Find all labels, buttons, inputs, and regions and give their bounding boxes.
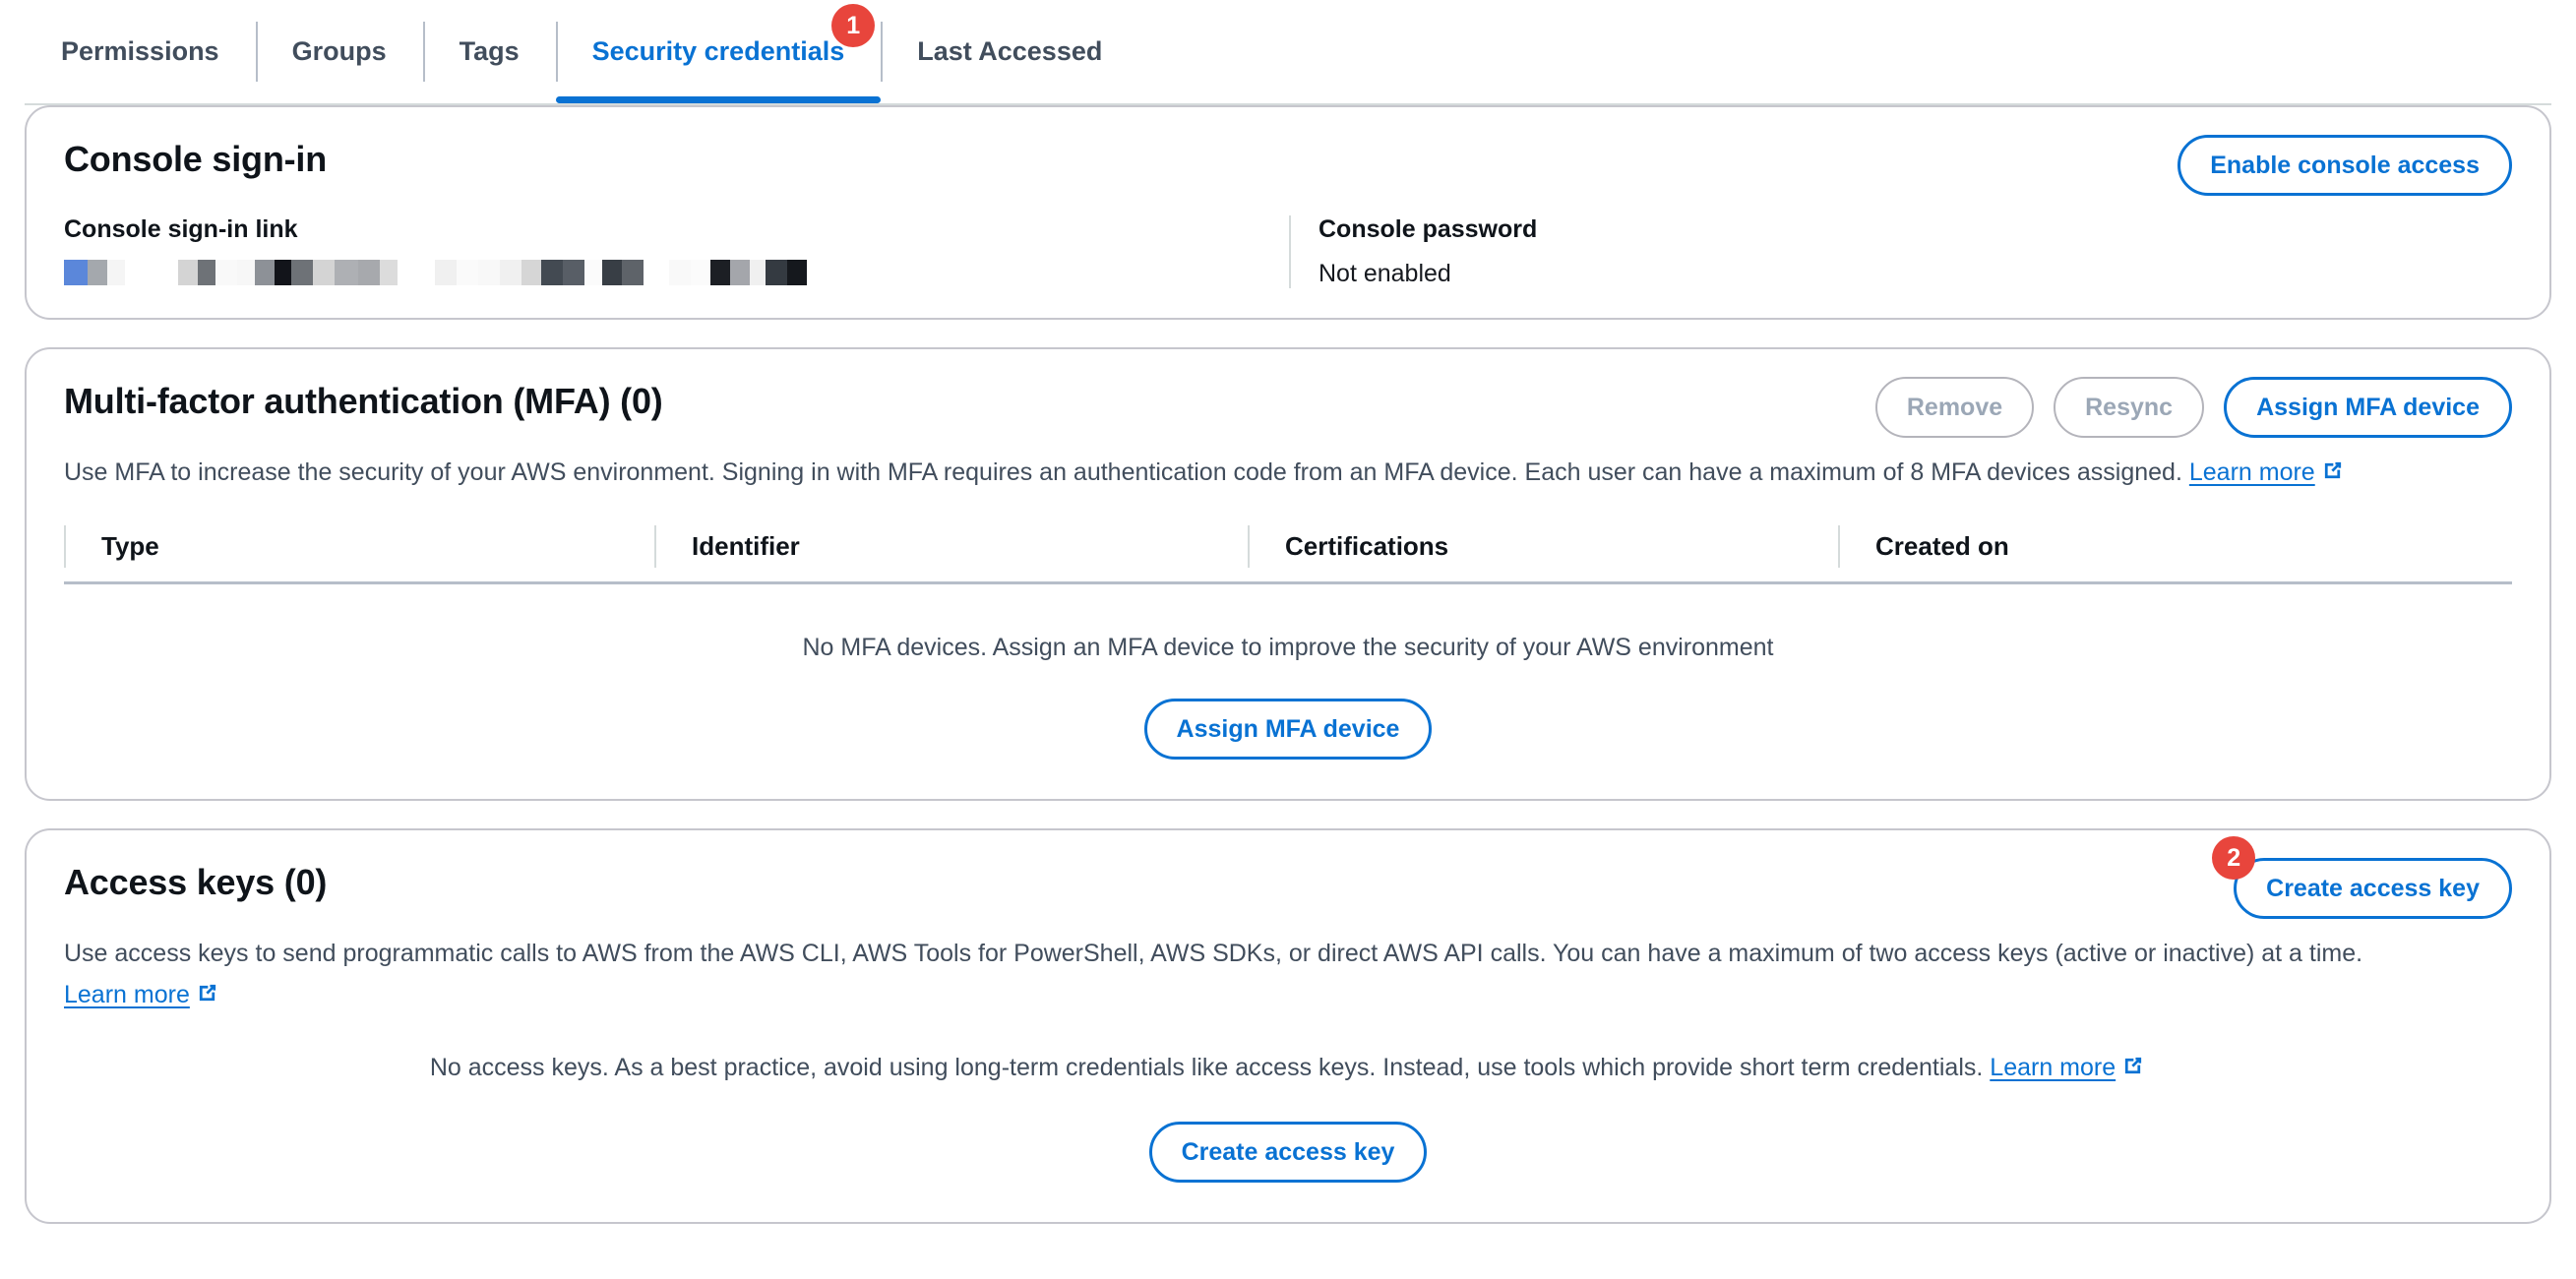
console-signin-link-column: Console sign-in link [64,215,1289,288]
external-link-icon [2120,1051,2146,1090]
mfa-column-header-certifications[interactable]: Certifications [1248,525,1838,568]
page-title-console-signin: Console sign-in [64,139,328,179]
console-password-value: Not enabled [1319,260,1451,287]
mfa-devices-table: Type Identifier Certifications Created o… [64,525,2512,769]
create-access-key-badge: 2 [2212,836,2256,880]
console-signin-link-label: Console sign-in link [64,215,298,243]
access-keys-empty-text-row: No access keys. As a best practice, avoi… [64,1048,2512,1090]
create-access-key-button[interactable]: Create access key [2234,858,2512,919]
access-keys-empty-text: No access keys. As a best practice, avoi… [429,1054,1984,1081]
mfa-learn-more-label: Learn more [2188,458,2315,486]
tab-active-indicator [555,96,882,103]
access-keys-empty-actions: Create access key [64,1122,2512,1183]
access-keys-learn-more-label: Learn more [64,981,190,1008]
access-keys-empty-learn-more-label: Learn more [1990,1054,2116,1081]
page-title-access-keys: Access keys (0) [64,862,328,902]
access-keys-learn-more-link[interactable]: Learn more [64,981,190,1008]
mfa-empty-text: No MFA devices. Assign an MFA device to … [802,634,1774,661]
tab-bar: Permissions Groups Tags Security credent… [0,0,2576,105]
assign-mfa-device-empty-button[interactable]: Assign MFA device [1143,699,1433,760]
access-keys-description: Use access keys to send programmatic cal… [64,933,2416,1018]
assign-mfa-device-button[interactable]: Assign MFA device [2224,377,2512,438]
console-signin-header: Console sign-in Enable console access [64,135,2512,196]
mfa-column-header-created-on[interactable]: Created on [1838,525,2512,568]
external-link-icon [195,977,220,1018]
mfa-actions: Remove Resync Assign MFA device [1874,377,2512,438]
access-keys-actions: 2 Create access key [2212,836,2512,919]
mfa-column-header-identifier[interactable]: Identifier [654,525,1248,568]
resync-mfa-button[interactable]: Resync [2054,377,2205,438]
tab-security-credentials[interactable]: Security credentials 1 [555,0,882,103]
tab-label: Permissions [61,36,219,66]
mfa-description-text: Use MFA to increase the security of your… [64,458,2182,486]
mfa-empty-actions: Assign MFA device [64,699,2512,760]
access-keys-empty-state: No access keys. As a best practice, avoi… [64,1018,2512,1192]
tab-label: Groups [291,36,387,66]
access-keys-header: Access keys (0) 2 Create access key [64,836,2512,919]
mfa-panel: Multi-factor authentication (MFA) (0) Re… [25,347,2551,801]
mfa-table-header-row: Type Identifier Certifications Created o… [64,525,2512,584]
tab-badge: 1 [831,4,876,47]
mfa-column-header-type[interactable]: Type [64,525,654,568]
remove-mfa-button[interactable]: Remove [1874,377,2035,438]
console-signin-actions: Enable console access [2177,135,2512,196]
console-password-column: Console password Not enabled [1289,215,2512,288]
tab-label: Tags [459,36,520,66]
create-access-key-empty-button[interactable]: Create access key [1148,1122,1428,1183]
console-password-label: Console password [1319,215,1538,243]
mfa-header: Multi-factor authentication (MFA) (0) Re… [64,377,2512,438]
external-link-icon [2320,455,2346,496]
mfa-description: Use MFA to increase the security of your… [64,452,2416,496]
tab-tags[interactable]: Tags [422,0,556,103]
mfa-learn-more-link[interactable]: Learn more [2189,458,2315,486]
access-keys-description-text: Use access keys to send programmatic cal… [64,940,2363,967]
create-access-key-button-wrapper: 2 Create access key [2212,836,2512,919]
console-signin-body: Console sign-in link Console password No… [64,215,2512,288]
access-keys-empty-learn-more-link[interactable]: Learn more [1990,1054,2116,1081]
tab-last-accessed[interactable]: Last Accessed [881,0,1138,103]
console-signin-panel: Console sign-in Enable console access Co… [25,105,2551,320]
console-signin-link-value[interactable] [64,260,1289,285]
create-access-key-badge-count: 2 [2212,836,2256,880]
mfa-empty-state: No MFA devices. Assign an MFA device to … [64,584,2512,769]
tab-badge-count: 1 [831,4,876,47]
tab-label: Security credentials [591,36,845,66]
access-keys-panel: Access keys (0) 2 Create access key Use … [25,828,2551,1224]
page-title-mfa: Multi-factor authentication (MFA) (0) [64,381,663,421]
tab-groups[interactable]: Groups [255,0,423,103]
tab-permissions[interactable]: Permissions [25,0,256,103]
enable-console-access-button[interactable]: Enable console access [2177,135,2512,196]
tab-label: Last Accessed [917,36,1103,66]
